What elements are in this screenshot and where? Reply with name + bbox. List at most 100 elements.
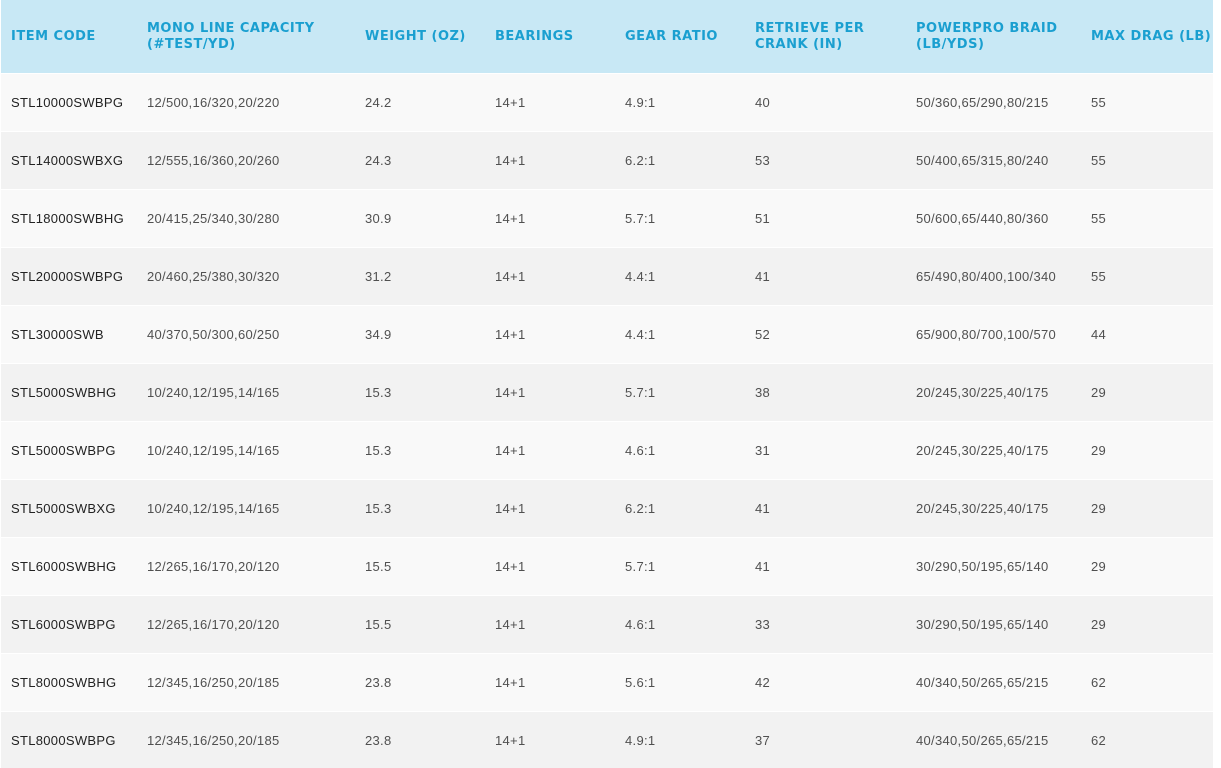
cell-bearings: 14+1 xyxy=(485,654,615,712)
cell-item-code: STL6000SWBPG xyxy=(1,596,137,654)
cell-item-code: STL30000SWB xyxy=(1,306,137,364)
cell-weight: 30.9 xyxy=(355,190,485,248)
cell-powerpro-braid: 30/290,50/195,65/140 xyxy=(906,596,1081,654)
cell-max-drag: 29 xyxy=(1081,422,1213,480)
cell-item-code: STL5000SWBPG xyxy=(1,422,137,480)
cell-retrieve-per-crank: 31 xyxy=(745,422,906,480)
cell-item-code: STL5000SWBXG xyxy=(1,480,137,538)
cell-mono-line-capacity: 12/265,16/170,20/120 xyxy=(137,538,355,596)
cell-mono-line-capacity: 40/370,50/300,60/250 xyxy=(137,306,355,364)
cell-bearings: 14+1 xyxy=(485,306,615,364)
cell-retrieve-per-crank: 40 xyxy=(745,74,906,132)
table-row: STL6000SWBPG 12/265,16/170,20/120 15.5 14+1… xyxy=(1,596,1213,654)
cell-gear-ratio: 6.2:1 xyxy=(615,132,745,190)
table-row: STL5000SWBPG 10/240,12/195,14/165 15.3 14+1… xyxy=(1,422,1213,480)
cell-powerpro-braid: 50/360,65/290,80/215 xyxy=(906,74,1081,132)
cell-gear-ratio: 4.6:1 xyxy=(615,422,745,480)
table-row: STL8000SWBHG 12/345,16/250,20/185 23.8 14+1… xyxy=(1,654,1213,712)
cell-powerpro-braid: 65/490,80/400,100/340 xyxy=(906,248,1081,306)
cell-bearings: 14+1 xyxy=(485,364,615,422)
cell-gear-ratio: 4.4:1 xyxy=(615,248,745,306)
table-row: STL5000SWBHG 10/240,12/195,14/165 15.3 14+1… xyxy=(1,364,1213,422)
cell-weight: 23.8 xyxy=(355,712,485,768)
table-row: STL18000SWBHG 20/415,25/340,30/280 30.9 14+… xyxy=(1,190,1213,248)
cell-gear-ratio: 5.7:1 xyxy=(615,538,745,596)
cell-max-drag: 62 xyxy=(1081,712,1213,768)
cell-item-code: STL18000SWBHG xyxy=(1,190,137,248)
table-row: STL20000SWBPG 20/460,25/380,30/320 31.2 14+… xyxy=(1,248,1213,306)
cell-weight: 15.5 xyxy=(355,596,485,654)
cell-retrieve-per-crank: 41 xyxy=(745,480,906,538)
cell-max-drag: 62 xyxy=(1081,654,1213,712)
header-bearings: BEARINGS xyxy=(485,0,615,74)
cell-retrieve-per-crank: 41 xyxy=(745,538,906,596)
cell-powerpro-braid: 20/245,30/225,40/175 xyxy=(906,422,1081,480)
cell-max-drag: 29 xyxy=(1081,364,1213,422)
reel-spec-table: ITEM CODE MONO LINE CAPACITY (#TEST/YD) … xyxy=(1,0,1213,768)
cell-bearings: 14+1 xyxy=(485,538,615,596)
cell-mono-line-capacity: 10/240,12/195,14/165 xyxy=(137,422,355,480)
table-row: STL5000SWBXG 10/240,12/195,14/165 15.3 14+1… xyxy=(1,480,1213,538)
cell-bearings: 14+1 xyxy=(485,132,615,190)
cell-mono-line-capacity: 20/415,25/340,30/280 xyxy=(137,190,355,248)
cell-retrieve-per-crank: 37 xyxy=(745,712,906,768)
cell-mono-line-capacity: 12/345,16/250,20/185 xyxy=(137,712,355,768)
header-gear-ratio: GEAR RATIO xyxy=(615,0,745,74)
cell-max-drag: 55 xyxy=(1081,190,1213,248)
cell-weight: 34.9 xyxy=(355,306,485,364)
cell-max-drag: 29 xyxy=(1081,596,1213,654)
cell-item-code: STL8000SWBPG xyxy=(1,712,137,768)
cell-gear-ratio: 6.2:1 xyxy=(615,480,745,538)
cell-weight: 15.5 xyxy=(355,538,485,596)
cell-gear-ratio: 5.7:1 xyxy=(615,364,745,422)
cell-mono-line-capacity: 12/500,16/320,20/220 xyxy=(137,74,355,132)
cell-powerpro-braid: 50/600,65/440,80/360 xyxy=(906,190,1081,248)
cell-powerpro-braid: 30/290,50/195,65/140 xyxy=(906,538,1081,596)
table-header: ITEM CODE MONO LINE CAPACITY (#TEST/YD) … xyxy=(1,0,1213,74)
cell-retrieve-per-crank: 53 xyxy=(745,132,906,190)
cell-bearings: 14+1 xyxy=(485,248,615,306)
cell-powerpro-braid: 20/245,30/225,40/175 xyxy=(906,480,1081,538)
cell-max-drag: 29 xyxy=(1081,538,1213,596)
cell-item-code: STL8000SWBHG xyxy=(1,654,137,712)
cell-mono-line-capacity: 12/265,16/170,20/120 xyxy=(137,596,355,654)
cell-max-drag: 55 xyxy=(1081,132,1213,190)
table-body: STL10000SWBPG 12/500,16/320,20/220 24.2 14+… xyxy=(1,74,1213,768)
cell-weight: 24.3 xyxy=(355,132,485,190)
cell-powerpro-braid: 40/340,50/265,65/215 xyxy=(906,712,1081,768)
cell-bearings: 14+1 xyxy=(485,422,615,480)
cell-mono-line-capacity: 10/240,12/195,14/165 xyxy=(137,480,355,538)
table-row: STL10000SWBPG 12/500,16/320,20/220 24.2 14+… xyxy=(1,74,1213,132)
table-row: STL14000SWBXG 12/555,16/360,20/260 24.3 14+… xyxy=(1,132,1213,190)
cell-powerpro-braid: 40/340,50/265,65/215 xyxy=(906,654,1081,712)
cell-gear-ratio: 4.6:1 xyxy=(615,596,745,654)
cell-weight: 24.2 xyxy=(355,74,485,132)
cell-item-code: STL6000SWBHG xyxy=(1,538,137,596)
cell-weight: 23.8 xyxy=(355,654,485,712)
cell-bearings: 14+1 xyxy=(485,712,615,768)
cell-max-drag: 29 xyxy=(1081,480,1213,538)
table-row: STL6000SWBHG 12/265,16/170,20/120 15.5 14+1… xyxy=(1,538,1213,596)
header-max-drag: MAX DRAG (LB) xyxy=(1081,0,1213,74)
cell-retrieve-per-crank: 41 xyxy=(745,248,906,306)
cell-gear-ratio: 4.4:1 xyxy=(615,306,745,364)
table-row: STL8000SWBPG 12/345,16/250,20/185 23.8 14+1… xyxy=(1,712,1213,768)
cell-powerpro-braid: 65/900,80/700,100/570 xyxy=(906,306,1081,364)
cell-weight: 15.3 xyxy=(355,480,485,538)
cell-bearings: 14+1 xyxy=(485,74,615,132)
header-powerpro-braid: POWERPRO BRAID (LB/YDS) xyxy=(906,0,1081,74)
cell-bearings: 14+1 xyxy=(485,596,615,654)
cell-mono-line-capacity: 10/240,12/195,14/165 xyxy=(137,364,355,422)
header-weight: WEIGHT (OZ) xyxy=(355,0,485,74)
header-retrieve-per-crank: RETRIEVE PER CRANK (IN) xyxy=(745,0,906,74)
header-mono-line-capacity: MONO LINE CAPACITY (#TEST/YD) xyxy=(137,0,355,74)
header-row: ITEM CODE MONO LINE CAPACITY (#TEST/YD) … xyxy=(1,0,1213,74)
cell-item-code: STL14000SWBXG xyxy=(1,132,137,190)
cell-max-drag: 44 xyxy=(1081,306,1213,364)
cell-powerpro-braid: 20/245,30/225,40/175 xyxy=(906,364,1081,422)
cell-gear-ratio: 4.9:1 xyxy=(615,74,745,132)
cell-item-code: STL10000SWBPG xyxy=(1,74,137,132)
cell-mono-line-capacity: 12/345,16/250,20/185 xyxy=(137,654,355,712)
cell-retrieve-per-crank: 52 xyxy=(745,306,906,364)
cell-weight: 31.2 xyxy=(355,248,485,306)
